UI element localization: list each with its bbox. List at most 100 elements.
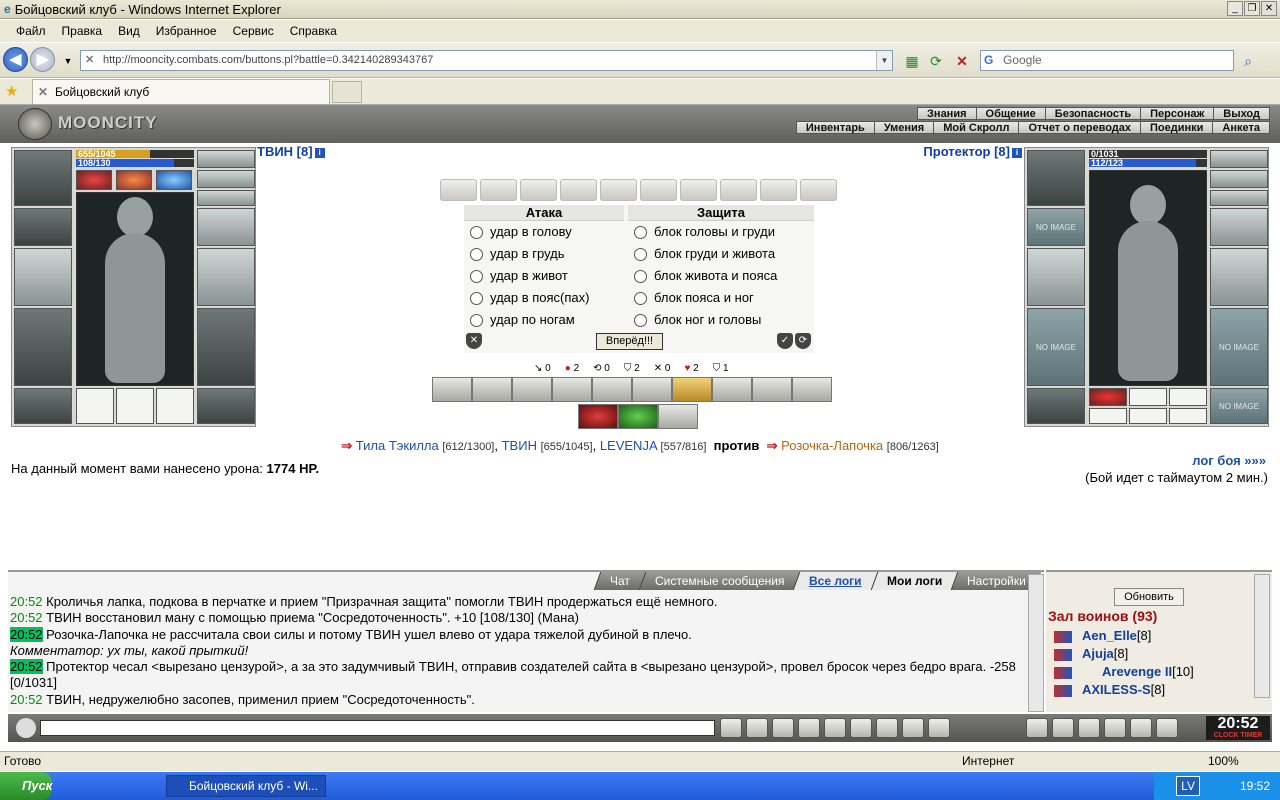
chat-input[interactable] <box>40 720 715 736</box>
url-field[interactable]: ✕ http://mooncity.combats.com/buttons.pl… <box>80 50 893 71</box>
filter-icon[interactable] <box>772 718 794 738</box>
team1-member[interactable]: ТВИН <box>502 438 537 453</box>
menu-view[interactable]: Вид <box>110 24 148 38</box>
language-indicator[interactable]: LV <box>1176 776 1200 796</box>
forward-nav-button[interactable]: ▶ <box>30 47 55 72</box>
armor-slot[interactable]: NO IMAGE <box>1027 308 1085 386</box>
pocket-slot-4[interactable] <box>1089 408 1127 424</box>
info-tool-icon[interactable] <box>1026 718 1048 738</box>
fight-icon[interactable] <box>824 718 846 738</box>
trick-slot[interactable] <box>792 377 832 402</box>
tab-my-logs[interactable]: Мои логи <box>870 572 958 590</box>
menu-character[interactable]: Персонаж <box>1140 107 1215 120</box>
trick-slot[interactable] <box>658 404 698 429</box>
pocket-slot-1[interactable] <box>1089 388 1127 406</box>
refresh-icon[interactable]: ⟳ <box>926 51 946 71</box>
block-option-belly-belt[interactable]: блок живота и пояса <box>628 265 814 287</box>
effect-icon-2[interactable] <box>116 170 152 190</box>
scroll-slot[interactable] <box>720 179 757 201</box>
shield-slot[interactable] <box>1210 248 1268 306</box>
search-icon[interactable]: ⌕ <box>1238 51 1258 71</box>
minimize-button[interactable]: _ <box>1227 1 1243 16</box>
attack-option-chest[interactable]: удар в грудь <box>464 243 624 265</box>
url-dropdown-icon[interactable]: ▼ <box>876 51 892 70</box>
bracers-slot[interactable] <box>14 208 72 246</box>
menu-transfer-report[interactable]: Отчет о переводах <box>1018 121 1142 134</box>
scroll-slot[interactable] <box>520 179 557 201</box>
info-icon[interactable]: i <box>1012 148 1022 158</box>
send-icon[interactable] <box>720 718 742 738</box>
favorites-star-icon[interactable]: ★ <box>5 82 18 100</box>
belt-slot[interactable] <box>1027 388 1085 424</box>
pocket-slot-5[interactable] <box>1129 408 1167 424</box>
menu-battles[interactable]: Поединки <box>1140 121 1214 134</box>
tab-chat[interactable]: Чат <box>593 572 646 590</box>
menu-edit[interactable]: Правка <box>54 24 111 38</box>
menu-exit[interactable]: Выход <box>1213 107 1270 120</box>
weapon-slot[interactable] <box>14 248 72 306</box>
tab-all-logs[interactable]: Все логи <box>793 572 878 590</box>
belt-slot[interactable] <box>14 388 72 424</box>
info-icon[interactable]: i <box>314 148 325 158</box>
user-list-item[interactable]: Arevenge II[10] <box>1052 664 1194 682</box>
boots-slot[interactable]: NO IMAGE <box>1210 388 1268 424</box>
smiley-icon[interactable] <box>902 718 924 738</box>
trick-slot[interactable] <box>432 377 472 402</box>
close-button[interactable]: ✕ <box>1261 1 1277 16</box>
auto-attack-icon[interactable]: ✕ <box>466 333 482 349</box>
start-button[interactable]: Пуск <box>0 772 52 800</box>
menu-security[interactable]: Безопасность <box>1044 107 1142 120</box>
translit-icon[interactable] <box>850 718 872 738</box>
menu-communication[interactable]: Общение <box>975 107 1046 120</box>
search-field[interactable]: G Google <box>980 50 1234 71</box>
menu-knowledge[interactable]: Знания <box>917 107 977 120</box>
menu-file[interactable]: Файл <box>8 24 54 38</box>
back-button[interactable]: ◀ <box>3 47 28 72</box>
user-list-item[interactable]: AXILESS-S[8] <box>1052 682 1194 700</box>
menu-favorites[interactable]: Избранное <box>148 24 225 38</box>
trick-slot[interactable] <box>712 377 752 402</box>
menu-tools[interactable]: Сервис <box>225 24 282 38</box>
lock-tool-icon[interactable] <box>1130 718 1152 738</box>
compat-icon[interactable]: ▦ <box>902 51 922 71</box>
attack-option-groin[interactable]: удар в пояс(пах) <box>464 287 624 309</box>
attack-option-legs[interactable]: удар по ногам <box>464 309 624 331</box>
effect-icon-3[interactable] <box>156 170 192 190</box>
save-icon[interactable] <box>798 718 820 738</box>
trick-slot[interactable] <box>578 404 618 429</box>
refresh-shield-icon[interactable]: ⟳ <box>795 333 811 349</box>
helmet-slot[interactable] <box>14 150 72 206</box>
trick-slot[interactable] <box>472 377 512 402</box>
battle-log-link[interactable]: лог боя »»» <box>1192 453 1266 468</box>
tab-system-messages[interactable]: Системные сообщения <box>638 572 800 590</box>
block-option-head-chest[interactable]: блок головы и груди <box>628 221 814 243</box>
scroll-slot[interactable] <box>680 179 717 201</box>
scroll-slot[interactable] <box>480 179 517 201</box>
pocket-slot-1[interactable] <box>76 388 114 424</box>
rings-slot[interactable] <box>1210 190 1268 206</box>
gloves-slot[interactable] <box>197 208 255 246</box>
pocket-slot-2[interactable] <box>116 388 154 424</box>
legs-slot[interactable]: NO IMAGE <box>1210 308 1268 386</box>
scroll-slot[interactable] <box>640 179 677 201</box>
forward-button[interactable]: Вперёд!!! <box>596 333 663 350</box>
block-option-chest-belly[interactable]: блок груди и живота <box>628 243 814 265</box>
trick-slot[interactable] <box>552 377 592 402</box>
profile-icon[interactable] <box>928 718 950 738</box>
gloves-slot[interactable] <box>1210 208 1268 246</box>
scroll-slot[interactable] <box>600 179 637 201</box>
menu-inventory[interactable]: Инвентарь <box>795 121 875 134</box>
clear-icon[interactable] <box>746 718 768 738</box>
scroll-slot[interactable] <box>440 179 477 201</box>
trick-slot[interactable] <box>618 404 658 429</box>
legs-slot[interactable] <box>197 308 255 386</box>
team2-member[interactable]: Розочка-Лапочка <box>781 438 883 453</box>
smile-menu-icon[interactable] <box>16 718 36 738</box>
taskbar-window-button[interactable]: Бойцовский клуб - Wi... <box>166 775 326 797</box>
bracers-slot[interactable]: NO IMAGE <box>1027 208 1085 246</box>
weapon-slot[interactable] <box>1027 248 1085 306</box>
shield-icon[interactable]: ✓ <box>777 333 793 349</box>
chat-scrollbar[interactable] <box>1028 574 1044 712</box>
map-tool-icon[interactable] <box>1052 718 1074 738</box>
attack-option-belly[interactable]: удар в живот <box>464 265 624 287</box>
